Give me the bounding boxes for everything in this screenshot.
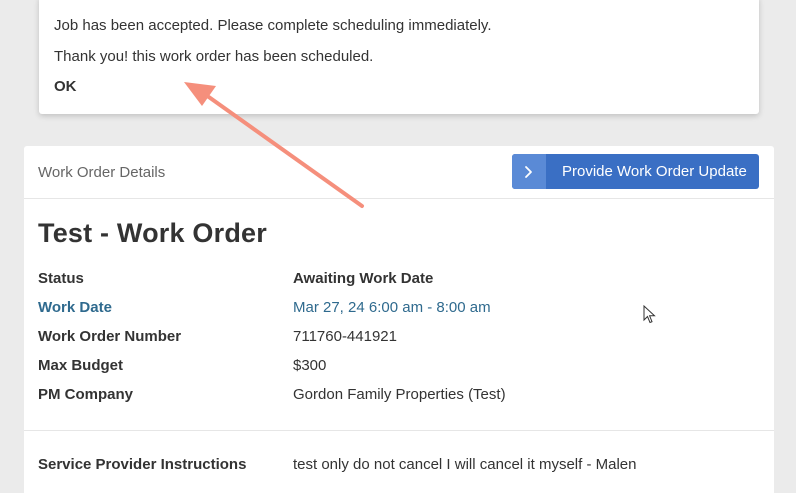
page: Job has been accepted. Please complete s…	[0, 0, 796, 493]
notification-message-scheduled: Thank you! this work order has been sche…	[54, 48, 374, 65]
work-order-number-value: 711760-441921	[293, 328, 397, 345]
provide-work-order-update-button[interactable]: Provide Work Order Update	[512, 154, 759, 189]
max-budget-value: $300	[293, 357, 327, 374]
pm-company-label: PM Company	[38, 386, 134, 403]
mouse-cursor-icon	[643, 305, 656, 324]
provide-work-order-update-label: Provide Work Order Update	[562, 163, 747, 180]
detail-row-work-order-number: Work Order Number 711760-441921	[38, 328, 758, 350]
detail-row-max-budget: Max Budget $300	[38, 357, 758, 379]
detail-row-service-provider-instructions: Service Provider Instructions test only …	[38, 456, 758, 478]
detail-row-status: Status Awaiting Work Date	[38, 270, 758, 292]
service-provider-instructions-label: Service Provider Instructions	[38, 456, 247, 473]
service-provider-instructions-value: test only do not cancel I will cancel it…	[293, 456, 637, 473]
work-order-number-label: Work Order Number	[38, 328, 182, 345]
pm-company-value: Gordon Family Properties (Test)	[293, 386, 506, 403]
status-value: Awaiting Work Date	[293, 270, 434, 287]
max-budget-label: Max Budget	[38, 357, 124, 374]
section-divider	[24, 430, 774, 431]
detail-row-pm-company: PM Company Gordon Family Properties (Tes…	[38, 386, 758, 408]
work-order-title: Test - Work Order	[38, 218, 267, 248]
ok-button[interactable]: OK	[54, 78, 77, 95]
notification-toast: Job has been accepted. Please complete s…	[39, 0, 759, 114]
card-header: Work Order Details Provide Work Order Up…	[24, 146, 774, 199]
card-header-title: Work Order Details	[38, 164, 166, 181]
status-label: Status	[38, 270, 84, 287]
chevron-right-icon	[512, 154, 546, 189]
work-date-value[interactable]: Mar 27, 24 6:00 am - 8:00 am	[293, 299, 491, 316]
notification-message-accepted: Job has been accepted. Please complete s…	[54, 17, 492, 34]
work-date-label[interactable]: Work Date	[38, 299, 112, 316]
work-order-details-card: Work Order Details Provide Work Order Up…	[24, 146, 774, 493]
